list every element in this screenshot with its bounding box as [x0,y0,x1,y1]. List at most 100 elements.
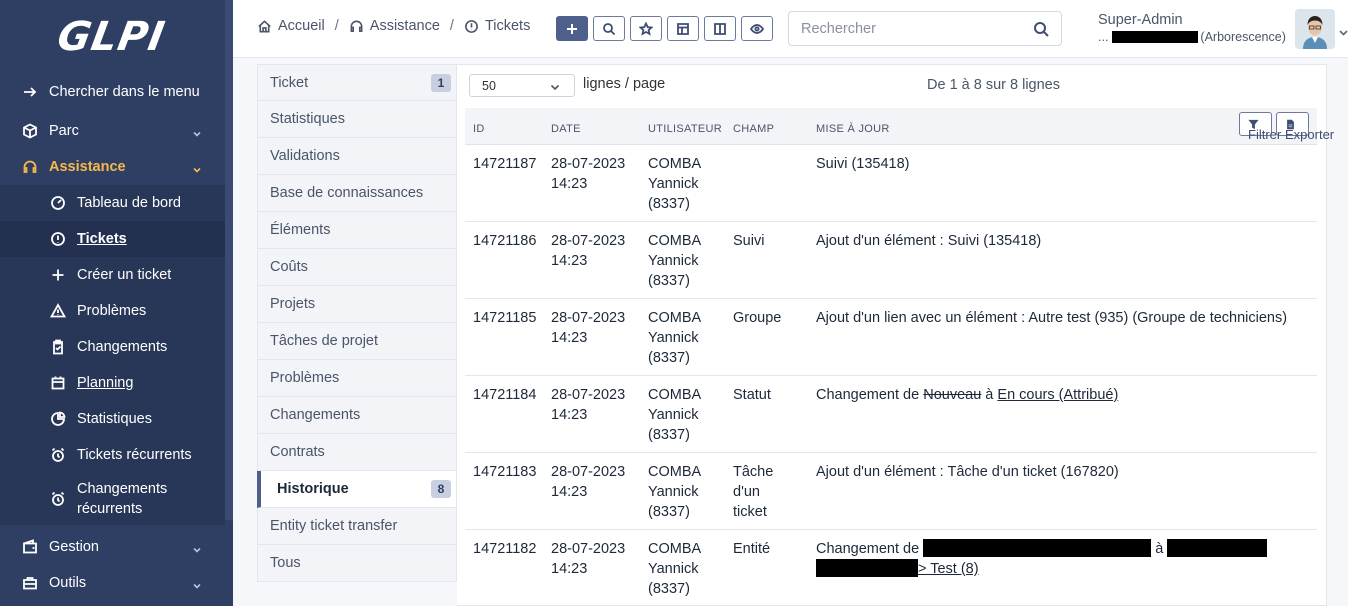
user-menu-chevron-icon[interactable] [1339,24,1348,36]
breadcrumb-separator: / [334,18,339,34]
clipboard-icon [50,339,66,355]
user-id: (8337) [648,273,690,289]
cell-update: Suivi (135418) [816,156,910,172]
sidebar-scrollbar[interactable] [225,0,233,520]
time-value: 14:23 [551,330,588,346]
cell-date: 28-07-2023 14:23 [551,231,641,271]
wallet-icon [22,539,38,555]
user-id: (8337) [648,504,690,520]
sidebar-item-label: Changements récurrents [77,479,167,519]
tab-project-tasks[interactable]: Tâches de projet [257,323,457,360]
user-lastname: COMBA [648,464,702,480]
tab-knowledge-base[interactable]: Base de connaissances [257,175,457,212]
tab-history[interactable]: Historique 8 [257,471,457,508]
cell-id: 14721182 [473,541,537,557]
column-header-user[interactable]: UTILISATEUR [648,123,722,135]
tab-label: Statistiques [270,111,345,127]
tab-elements[interactable]: Éléments [257,212,457,249]
sidebar-item-search-menu[interactable]: Chercher dans le menu [0,74,225,110]
breadcrumb-home[interactable]: Accueil [257,18,325,34]
sidebar-item-gestion[interactable]: Gestion [0,529,225,565]
tab-all[interactable]: Tous [257,545,457,582]
tab-statistics[interactable]: Statistiques [257,101,457,138]
cell-user: COMBA Yannick (8337) [648,231,728,291]
new-value-link[interactable]: En cours (Attribué) [997,387,1118,403]
breadcrumb-label: Tickets [484,18,531,34]
user-menu[interactable]: Super-Admin ... (Arborescence) [1098,12,1298,44]
column-header-id[interactable]: ID [473,123,485,135]
tab-projects[interactable]: Projets [257,286,457,323]
tab-label: Base de connaissances [270,185,424,201]
user-firstname: Yannick [648,176,699,192]
column-header-field[interactable]: CHAMP [733,123,774,135]
tab-validations[interactable]: Validations [257,138,457,175]
column-header-date[interactable]: DATE [551,123,581,135]
sidebar-item-label: Changements [77,339,168,355]
alarm-icon [50,491,66,507]
cell-id: 14721183 [473,464,537,480]
search-icon[interactable] [1033,21,1049,37]
tab-contracts[interactable]: Contrats [257,434,457,471]
sidebar-item-recurrent-changes[interactable]: Changements récurrents [0,473,225,525]
glpi-logo[interactable]: GLPI [54,14,169,60]
export-label: Exporter [1285,127,1335,142]
pagination-info: De 1 à 8 sur 8 lignes [927,77,1060,93]
sidebar-item-parc[interactable]: Parc [0,113,225,149]
date-value: 28-07-2023 [551,541,626,557]
sidebar-item-tickets[interactable]: Tickets [0,221,225,257]
time-value: 14:23 [551,407,588,423]
cell-update: Ajout d'un élément : Suivi (135418) [816,233,1042,249]
user-lastname: COMBA [648,541,702,557]
alert-circle-icon [465,19,478,33]
top-header: Accueil / Assistance / Tickets Super-Adm… [233,0,1348,58]
cell-date: 28-07-2023 14:23 [551,308,641,348]
entity-scope: (Arborescence) [1200,30,1286,44]
cell-date: 28-07-2023 14:23 [551,385,641,425]
split-view-button[interactable] [704,16,736,41]
filter-button[interactable]: Filtrer [1239,112,1281,142]
dashboard-icon [50,195,66,211]
sidebar-item-create-ticket[interactable]: Créer un ticket [0,257,225,293]
entity-prefix: ... [1098,30,1109,44]
templates-button[interactable] [667,16,699,41]
sidebar-item-planning[interactable]: Planning [0,365,225,401]
alarm-icon [50,447,66,463]
column-header-update[interactable]: MISE À JOUR [816,123,890,135]
avatar[interactable] [1295,9,1335,49]
cell-field: Statut [733,387,771,403]
sidebar-item-outils[interactable]: Outils [0,565,225,601]
breadcrumb-assistance[interactable]: Assistance [349,18,440,34]
chevron-down-icon [193,162,201,173]
tab-problems[interactable]: Problèmes [257,360,457,397]
breadcrumb-tickets[interactable]: Tickets [464,18,530,34]
tab-changes[interactable]: Changements [257,397,457,434]
add-button[interactable] [556,16,588,41]
per-page-select[interactable]: 50 [469,74,575,97]
label-line-2: récurrents [77,501,143,517]
tab-entity-ticket-transfer[interactable]: Entity ticket transfer [257,508,457,545]
sidebar-item-assistance[interactable]: Assistance [0,149,225,185]
tab-costs[interactable]: Coûts [257,249,457,286]
search-input[interactable] [789,12,1009,45]
tab-ticket[interactable]: Ticket 1 [257,64,457,101]
view-button[interactable] [741,16,773,41]
search-button[interactable] [593,16,625,41]
update-connector: à [985,387,994,403]
label-line-1: Changements [77,481,168,497]
sidebar-item-dashboard[interactable]: Tableau de bord [0,185,225,221]
sidebar-item-problems[interactable]: Problèmes [0,293,225,329]
field-line-1: Tâche [733,464,774,480]
date-value: 28-07-2023 [551,156,626,172]
sidebar-item-label: Gestion [49,539,99,555]
cell-id: 14721185 [473,310,537,326]
cell-update: Changement de à > Test (8) [816,539,1316,579]
breadcrumb: Accueil / Assistance / Tickets [257,18,530,34]
cell-field: Suivi [733,233,765,249]
sidebar-item-changes[interactable]: Changements [0,329,225,365]
new-entity-link[interactable]: > Test (8) [918,561,979,577]
sidebar-item-label: Statistiques [77,411,152,427]
sidebar-item-statistics[interactable]: Statistiques [0,401,225,437]
saved-searches-button[interactable] [630,16,662,41]
sidebar-item-recurrent-tickets[interactable]: Tickets récurrents [0,437,225,473]
chevron-down-icon [193,542,201,553]
